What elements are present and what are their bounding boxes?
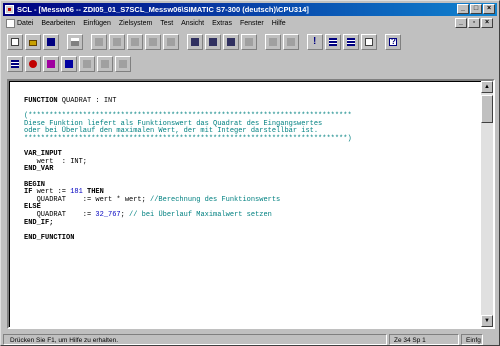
doc-close-button[interactable]: × — [481, 18, 493, 28]
compile-icon[interactable] — [307, 34, 323, 50]
redo-icon[interactable] — [109, 34, 125, 50]
vertical-scrollbar[interactable]: ▲ ▼ — [481, 81, 493, 327]
menu-einfuegen[interactable]: Einfügen — [83, 20, 111, 27]
cut-icon[interactable] — [127, 34, 143, 50]
find-next-icon[interactable] — [223, 34, 239, 50]
scroll-thumb[interactable] — [481, 95, 493, 123]
code-token: FUNCTION — [24, 97, 58, 105]
code-line[interactable]: QUADRAT := wert * wert; //Berechnung des… — [24, 195, 352, 205]
new-file-icon[interactable] — [7, 34, 23, 50]
code-token: QUADRAT := wert * wert; — [24, 195, 151, 204]
code-line[interactable] — [24, 174, 352, 182]
cursor-position: Ze 34 Sp 1 — [389, 333, 459, 345]
scroll-down-icon[interactable]: ▼ — [481, 315, 493, 327]
open-folder-icon[interactable] — [25, 34, 41, 50]
resize-grip-icon[interactable] — [485, 334, 497, 345]
menu-bearbeiten[interactable]: Bearbeiten — [41, 20, 75, 27]
print-icon[interactable] — [67, 34, 83, 50]
doc-restore-button[interactable]: ▫ — [468, 18, 480, 28]
copy-icon[interactable] — [145, 34, 161, 50]
monitor-icon[interactable] — [343, 34, 359, 50]
close-button[interactable]: × — [483, 4, 495, 14]
code-token: QUADRAT : INT — [57, 97, 117, 105]
code-line[interactable]: wert : INT; — [24, 158, 352, 167]
code-token: 32_767 — [95, 210, 121, 219]
code-token: END_FUNCTION — [24, 233, 75, 242]
code-token: END_IF; — [24, 218, 54, 227]
editor-text-area[interactable]: FUNCTION QUADRAT : INT (****************… — [9, 81, 483, 327]
code-token: ; — [120, 210, 130, 219]
step-into-icon[interactable] — [79, 56, 95, 72]
code-token: // bei Überlauf Maximalwert setzen — [129, 210, 272, 219]
document-controls: _ ▫ × — [455, 18, 493, 28]
code-line[interactable] — [24, 144, 352, 152]
undo-icon[interactable] — [91, 34, 107, 50]
standard-toolbar — [3, 32, 497, 52]
maximize-button[interactable]: □ — [470, 4, 482, 14]
debug-toolbar — [3, 54, 497, 74]
save-icon[interactable] — [43, 34, 59, 50]
breakpoint-icon[interactable] — [361, 34, 377, 50]
step-over-icon[interactable] — [97, 56, 113, 72]
doc-minimize-button[interactable]: _ — [455, 18, 467, 28]
code-line[interactable]: END_FUNCTION — [24, 233, 352, 243]
help-icon[interactable] — [385, 34, 401, 50]
replace-icon[interactable] — [205, 34, 221, 50]
bookmark-icon[interactable] — [241, 34, 257, 50]
list-icon[interactable] — [7, 56, 23, 72]
minimize-button[interactable]: _ — [457, 4, 469, 14]
code-editor[interactable]: FUNCTION QUADRAT : INT (****************… — [7, 79, 495, 329]
code-token: ****************************************… — [24, 134, 352, 143]
goto-icon[interactable] — [265, 34, 281, 50]
document-icon[interactable] — [6, 19, 15, 28]
code-line[interactable]: END_VAR — [24, 166, 352, 174]
breakpoint-set-icon[interactable] — [25, 56, 41, 72]
status-bar: Drücken Sie F1, um Hilfe zu erhalten. Ze… — [3, 333, 497, 345]
title-bar[interactable]: SCL - [Messw06 -- ZDI05_01_S7SCL_Messw06… — [3, 3, 497, 16]
source-code[interactable]: FUNCTION QUADRAT : INT (****************… — [24, 97, 352, 243]
insert-mode: Einfg — [461, 333, 483, 345]
code-line[interactable]: QUADRAT := 32_767; // bei Überlauf Maxim… — [24, 210, 352, 220]
menu-bar: Datei Bearbeiten Einfügen Zielsystem Tes… — [3, 17, 497, 30]
menu-hilfe[interactable]: Hilfe — [272, 20, 286, 27]
code-line[interactable]: END_IF; — [24, 218, 352, 228]
paste-icon[interactable] — [163, 34, 179, 50]
scroll-up-icon[interactable]: ▲ — [481, 81, 493, 93]
status-hint: Drücken Sie F1, um Hilfe zu erhalten. — [3, 333, 387, 345]
code-line[interactable]: FUNCTION QUADRAT : INT — [24, 97, 352, 106]
window-title: SCL - [Messw06 -- ZDI05_01_S7SCL_Messw06… — [17, 5, 309, 14]
main-window: SCL - [Messw06 -- ZDI05_01_S7SCL_Messw06… — [0, 0, 500, 346]
menu-test[interactable]: Test — [160, 20, 173, 27]
code-token: //Berechnung des Funktionswerts — [150, 195, 281, 204]
window-controls: _ □ × — [457, 4, 495, 14]
menu-datei[interactable]: Datei — [17, 20, 33, 27]
run-icon[interactable] — [61, 56, 77, 72]
menu-zielsystem[interactable]: Zielsystem — [119, 20, 152, 27]
code-line[interactable]: ****************************************… — [24, 134, 352, 144]
download-icon[interactable] — [325, 34, 341, 50]
code-token: END_VAR — [24, 165, 54, 174]
breakpoint-remove-icon[interactable] — [43, 56, 59, 72]
find-icon[interactable] — [187, 34, 203, 50]
step-out-icon[interactable] — [115, 56, 131, 72]
menu-ansicht[interactable]: Ansicht — [181, 20, 204, 27]
menu-extras[interactable]: Extras — [212, 20, 232, 27]
scl-app-icon[interactable] — [5, 5, 14, 14]
indent-icon[interactable] — [283, 34, 299, 50]
menu-fenster[interactable]: Fenster — [240, 20, 264, 27]
